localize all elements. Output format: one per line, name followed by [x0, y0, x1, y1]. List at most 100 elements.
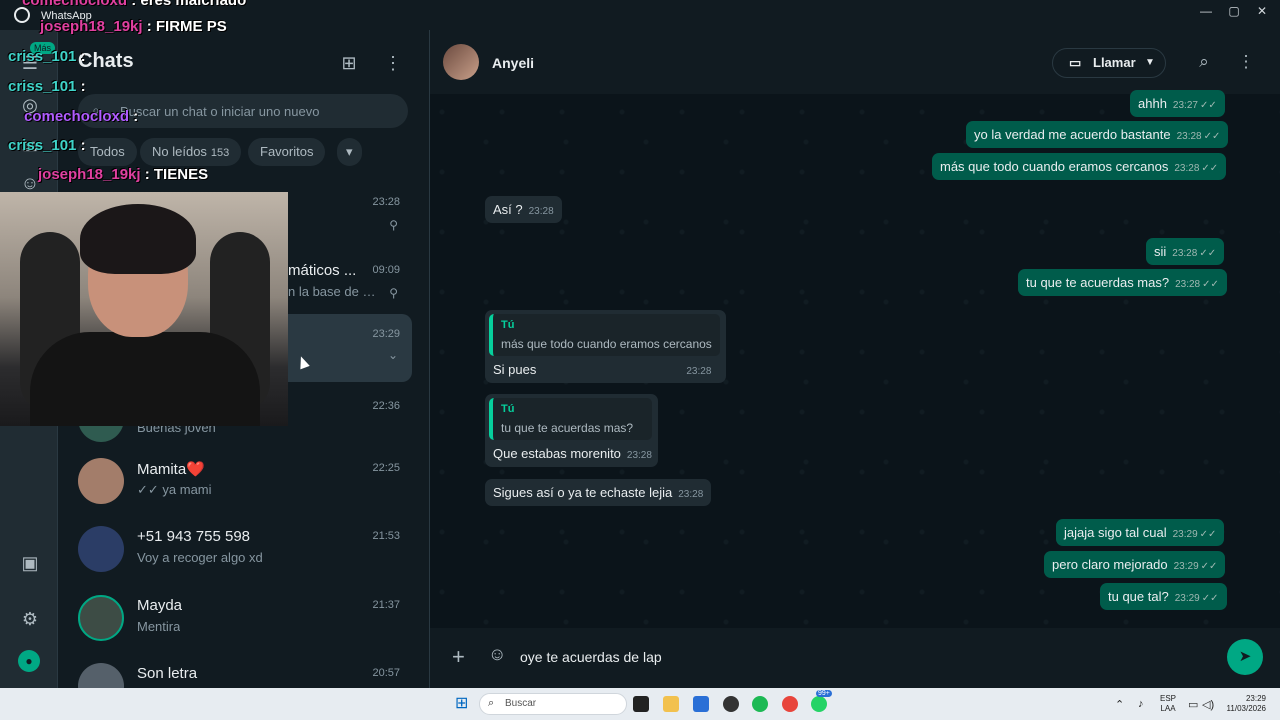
close-button[interactable]: ✕: [1252, 4, 1272, 20]
file-explorer-icon[interactable]: [663, 696, 679, 712]
volume-icon[interactable]: ◁): [1202, 698, 1214, 711]
chevron-down-icon[interactable]: ⌄: [388, 348, 398, 362]
quote-text: tu que te acuerdas mas?: [501, 421, 634, 435]
menu-icon[interactable]: ⋮: [382, 52, 404, 74]
message-incoming[interactable]: Así ? 23:28: [485, 196, 562, 223]
sticker-emoji-icon[interactable]: ☺: [488, 644, 506, 665]
chat-time: 23:28: [372, 196, 400, 208]
message-outgoing[interactable]: pero claro mejorado 23:29 ✓✓: [1044, 551, 1226, 578]
stream-username: comechocloxd: [24, 108, 130, 125]
message-outgoing[interactable]: tu que tal? 23:29 ✓✓: [1100, 583, 1227, 610]
chat-time: 23:29: [372, 328, 400, 340]
streamer-hair: [80, 204, 196, 274]
send-icon[interactable]: ➤: [1227, 639, 1263, 675]
quote-author: Tú: [501, 403, 515, 415]
language-indicator[interactable]: ESP LAA: [1160, 694, 1176, 714]
message-outgoing[interactable]: jajaja sigo tal cual 23:29 ✓✓: [1056, 519, 1225, 546]
profile-icon[interactable]: ●: [18, 650, 40, 672]
chat-time: 21:37: [372, 599, 400, 611]
filter-all-label: Todos: [90, 144, 125, 159]
message-text: Sigues así o ya te echaste lejia: [493, 485, 673, 500]
filter-dropdown[interactable]: ▾: [337, 138, 362, 166]
filter-favorites-label: Favoritos: [260, 144, 314, 159]
attach-plus-icon[interactable]: +: [452, 644, 465, 670]
message-incoming-reply[interactable]: Tú tu que te acuerdas mas? Que estabas m…: [485, 394, 658, 467]
stream-username: joseph18_19kj: [38, 166, 141, 183]
task-view-icon[interactable]: [633, 696, 649, 712]
stream-chat-line: comechocloxd :: [24, 108, 138, 125]
stream-chat-line: criss_101 :: [8, 137, 86, 154]
read-ticks-icon: ✓✓: [1200, 561, 1218, 572]
system-clock[interactable]: 23:29 11/03/2026: [1222, 694, 1266, 714]
stream-message: : eres malcriado: [131, 0, 247, 9]
chat-name: Son letra: [137, 665, 198, 682]
minimize-button[interactable]: —: [1196, 4, 1216, 20]
chat-item[interactable]: +51 943 755 598 Voy a recoger algo xd 21…: [58, 516, 430, 584]
chat-name: Mayda: [137, 597, 183, 614]
message-text: pero claro mejorado: [1052, 557, 1168, 572]
media-icon[interactable]: ▣: [19, 552, 41, 574]
message-incoming-reply[interactable]: Tú más que todo cuando eramos cercanos S…: [485, 310, 726, 383]
filter-all[interactable]: Todos: [78, 138, 137, 166]
new-chat-icon[interactable]: ⊞: [338, 52, 360, 74]
pin-icon: ⚲: [389, 218, 398, 232]
layout-code: LAA: [1160, 704, 1176, 713]
stream-username: criss_101: [8, 48, 77, 65]
quoted-message[interactable]: Tú tu que te acuerdas mas?: [489, 398, 652, 440]
message-outgoing[interactable]: más que todo cuando eramos cercanos 23:28…: [932, 153, 1227, 180]
stream-message: :: [80, 48, 86, 65]
chat-list-title: Chats: [78, 50, 134, 72]
read-ticks-icon: ✓✓: [1199, 248, 1217, 259]
filter-favorites[interactable]: Favoritos: [248, 138, 326, 166]
quoted-message[interactable]: Tú más que todo cuando eramos cercanos: [489, 314, 720, 356]
chat-time: 22:36: [372, 400, 400, 412]
store-icon[interactable]: [693, 696, 709, 712]
network-icon[interactable]: ▭: [1188, 698, 1198, 711]
message-text: tu que tal?: [1108, 589, 1169, 604]
chevron-up-icon[interactable]: ⌃: [1115, 698, 1124, 711]
stream-username: criss_101: [8, 78, 77, 95]
taskbar-search[interactable]: ⌕ Buscar: [479, 693, 627, 715]
message-outgoing[interactable]: ahhh 23:27 ✓✓: [1130, 90, 1225, 117]
settings-icon[interactable]: ⚙: [19, 608, 41, 630]
message-text: Si pues: [493, 362, 537, 377]
chat-item[interactable]: Son letra 20:57: [58, 653, 430, 688]
message-time: 23:28: [528, 206, 554, 217]
chat-item[interactable]: Mayda Mentira 21:37: [58, 585, 430, 653]
message-text: yo la verdad me acuerdo bastante: [974, 127, 1171, 142]
message-list: ahhh 23:27 ✓✓ yo la verdad me acuerdo bast…: [430, 30, 1280, 628]
chat-time: 22:25: [372, 462, 400, 474]
message-incoming[interactable]: Sigues así o ya te echaste lejia 23:28: [485, 479, 712, 506]
message-text: jajaja sigo tal cual: [1064, 525, 1167, 540]
message-text: Que estabas morenito: [493, 446, 621, 461]
obs-icon[interactable]: [723, 696, 739, 712]
message-outgoing[interactable]: sii 23:28 ✓✓: [1146, 238, 1225, 265]
read-ticks-icon: ✓✓: [1201, 593, 1219, 604]
conversation-panel: Anyeli ▭ Llamar ▼ ⌕ ⋮ ahhh 23:27 ✓✓ yo la …: [430, 30, 1280, 688]
stream-chat-line: joseph18_19kj : TIENES: [38, 166, 208, 183]
read-ticks-icon: ✓✓: [1201, 163, 1219, 174]
chat-time: 21:53: [372, 530, 400, 542]
chat-item[interactable]: Mamita❤️ ✓✓ ya mami 22:25: [58, 448, 430, 516]
read-ticks-icon: ✓✓: [1202, 279, 1219, 290]
clock-time: 23:29: [1245, 694, 1266, 703]
message-time: 23:29: [1173, 561, 1199, 572]
quote-author: Tú: [501, 319, 515, 331]
chat-name: máticos ...: [288, 262, 357, 279]
message-outgoing[interactable]: yo la verdad me acuerdo bastante 23:28 ✓✓: [966, 121, 1229, 148]
read-ticks-icon: ✓✓: [1199, 529, 1217, 540]
chrome-icon[interactable]: [782, 696, 798, 712]
chat-preview: n la base de d...: [288, 284, 378, 299]
filter-unread[interactable]: No leídos 153: [140, 138, 242, 166]
webcam-overlay: [0, 192, 288, 426]
message-input[interactable]: [520, 642, 1200, 672]
message-time: 23:29: [1172, 529, 1198, 540]
whatsapp-taskbar-icon[interactable]: [811, 696, 827, 712]
spotify-icon[interactable]: [752, 696, 768, 712]
search-input[interactable]: [120, 94, 400, 128]
message-outgoing[interactable]: tu que te acuerdas mas? 23:28 ✓✓: [1018, 269, 1227, 296]
windows-start-icon[interactable]: ⊞: [455, 696, 471, 712]
chat-time: 20:57: [372, 667, 400, 679]
maximize-button[interactable]: ▢: [1224, 4, 1244, 20]
microphone-icon[interactable]: ♪: [1138, 698, 1144, 710]
